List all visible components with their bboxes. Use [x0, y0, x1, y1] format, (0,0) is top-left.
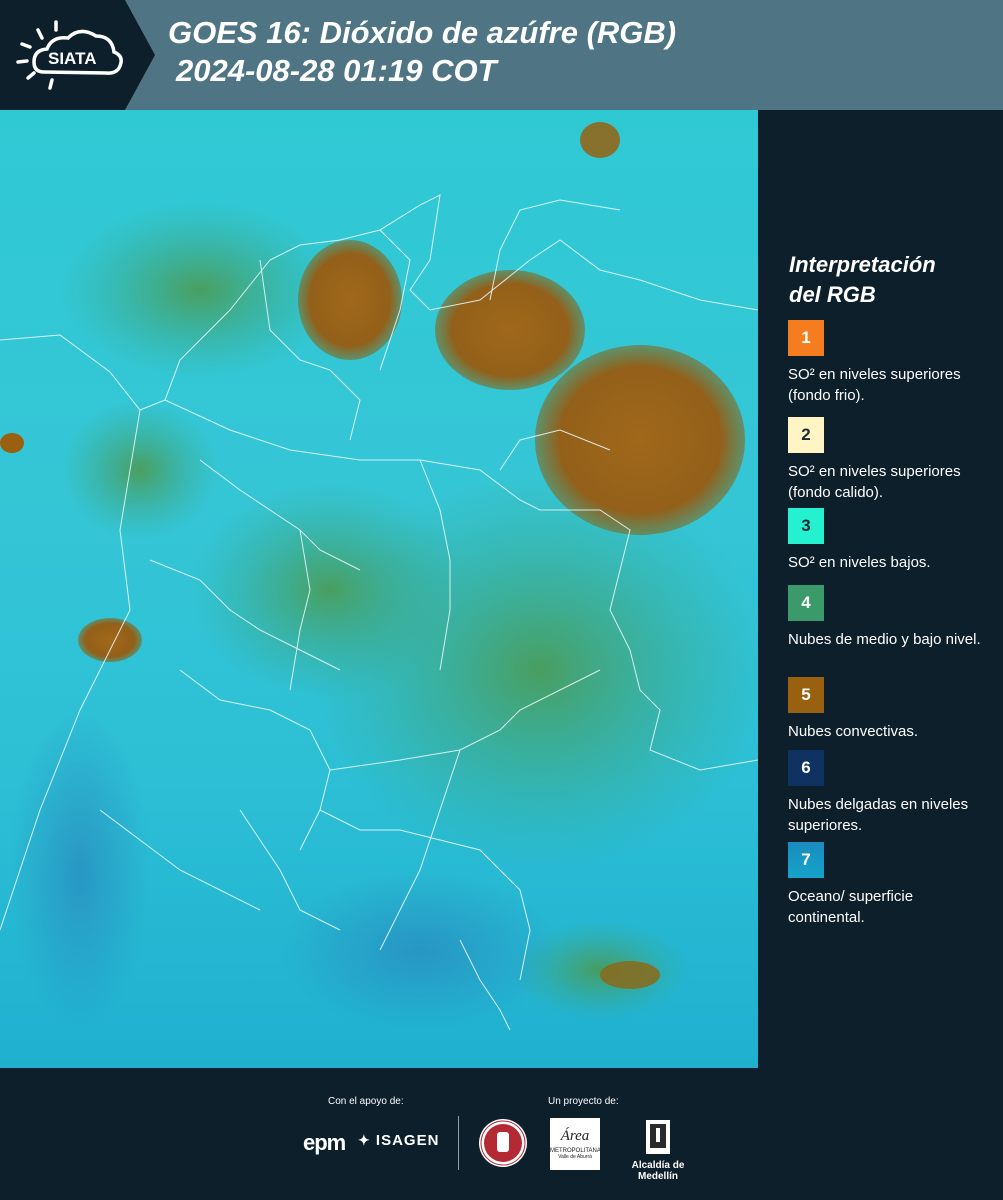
legend-item-2: 2 SO² en niveles superiores (fondo calid… [788, 417, 988, 503]
legend-panel: Interpretación del RGB 1 SO² en niveles … [760, 110, 1003, 1068]
area-logo-title: Área [560, 1128, 590, 1144]
convective-cloud-small-west [0, 433, 24, 453]
thin-cloud-south [280, 870, 560, 1030]
isagen-icon: ✦ [358, 1132, 371, 1148]
legend-swatch-1: 1 [788, 320, 824, 356]
footer-divider [458, 1116, 459, 1170]
legend-label-6: Nubes delgadas en niveles superiores. [788, 796, 969, 834]
title-product: GOES 16: Dióxido de azúfre (RGB) [168, 15, 677, 50]
support-label: Con el apoyo de: [328, 1096, 404, 1107]
isagen-logo: ✦ ISAGEN [358, 1132, 439, 1149]
area-metropolitana-logo: Área METROPOLITANA Valle de Aburrá [550, 1118, 601, 1170]
legend-swatch-6: 6 [788, 750, 824, 786]
page-title: GOES 16: Dióxido de azúfre (RGB) 2024-08… [168, 14, 676, 90]
alcaldia-shield-icon [646, 1120, 670, 1154]
legend-item-6: 6 Nubes delgadas en niveles superiores. [788, 750, 988, 836]
legend-title: Interpretación del RGB [789, 250, 989, 310]
convective-cloud-maracaibo [298, 240, 402, 360]
legend-swatch-4: 4 [788, 585, 824, 621]
convective-cloud-venezuela-north [435, 270, 585, 390]
legend-label-4: Nubes de medio y bajo nivel. [788, 631, 981, 648]
legend-item-1: 1 SO² en niveles superiores (fondo frio)… [788, 320, 988, 406]
legend-swatch-7: 7 [788, 842, 824, 878]
legend-item-7: 7 Oceano/ superficie continental. [788, 842, 988, 928]
legend-item-5: 5 Nubes convectivas. [788, 677, 988, 742]
legend-swatch-2: 2 [788, 417, 824, 453]
low-cloud-west [60, 400, 220, 540]
title-datetime: 2024-08-28 01:19 COT [176, 53, 497, 88]
convective-cloud-caribbean [580, 122, 620, 158]
legend-item-4: 4 Nubes de medio y bajo nivel. [788, 585, 988, 650]
alcaldia-logo: Alcaldía de Medellín [612, 1116, 704, 1182]
thin-cloud-southwest [10, 710, 150, 1030]
footer: Con el apoyo de: Un proyecto de: epm ✦ I… [0, 1068, 1003, 1200]
isagen-logo-text: ISAGEN [375, 1132, 440, 1149]
low-cloud-northwest [60, 200, 340, 380]
legend-item-3: 3 SO² en niveles bajos. [788, 508, 988, 573]
siata-logo-text: SIATA [48, 49, 96, 68]
legend-title-line1: Interpretación [789, 252, 936, 277]
legend-title-line2: del RGB [789, 282, 876, 307]
convective-cloud-south [600, 961, 660, 989]
legend-swatch-3: 3 [788, 508, 824, 544]
legend-label-3: SO² en niveles bajos. [788, 554, 931, 571]
project-label: Un proyecto de: [548, 1096, 619, 1107]
alcaldia-text: Alcaldía de Medellín [631, 1160, 685, 1182]
legend-label-7: Oceano/ superficie continental. [788, 888, 914, 926]
legend-label-5: Nubes convectivas. [788, 723, 919, 740]
siata-logo: SIATA [0, 0, 155, 110]
epm-logo: epm [303, 1130, 346, 1155]
area-logo-sub2: Valle de Aburrá [558, 1154, 592, 1160]
header-bar: SIATA GOES 16: Dióxido de azúfre (RGB) 2… [0, 0, 1003, 110]
legend-label-1: SO² en niveles superiores (fondo frio). [788, 366, 961, 404]
legend-swatch-5: 5 [788, 677, 824, 713]
convective-cloud-pacific [78, 618, 142, 662]
convective-cloud-venezuela-east [535, 345, 745, 535]
legend-label-2: SO² en niveles superiores (fondo calido)… [788, 463, 961, 501]
satellite-map [0, 110, 758, 1068]
medellin-seal-logo [479, 1119, 527, 1167]
low-cloud-center [190, 480, 470, 700]
